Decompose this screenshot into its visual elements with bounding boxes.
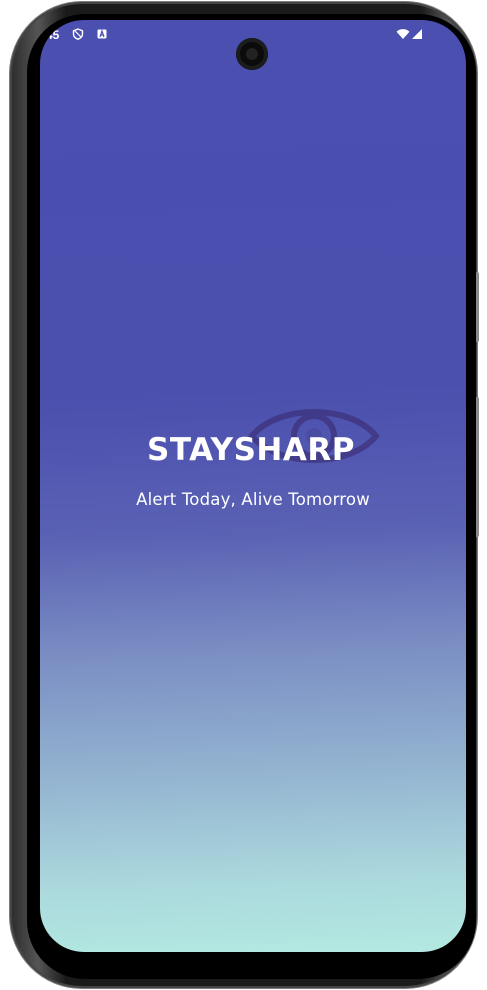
app-title: STAYSHARP xyxy=(147,432,355,468)
wifi-icon xyxy=(396,29,410,39)
shield-icon xyxy=(72,28,84,40)
notification-a-icon xyxy=(97,29,107,39)
phone-bezel: 45 STAYSHARP Alert Today, Alive Tomorrow xyxy=(27,14,476,979)
status-time: 45 xyxy=(46,28,60,42)
app-tagline: Alert Today, Alive Tomorrow xyxy=(136,490,370,509)
brand-block: STAYSHARP Alert Today, Alive Tomorrow xyxy=(40,390,466,530)
splash-screen: 45 STAYSHARP Alert Today, Alive Tomorrow xyxy=(40,20,466,952)
front-camera xyxy=(236,38,268,70)
camera-lens xyxy=(246,48,258,60)
phone-frame: 45 STAYSHARP Alert Today, Alive Tomorrow xyxy=(10,2,479,988)
signal-icon xyxy=(412,29,422,39)
